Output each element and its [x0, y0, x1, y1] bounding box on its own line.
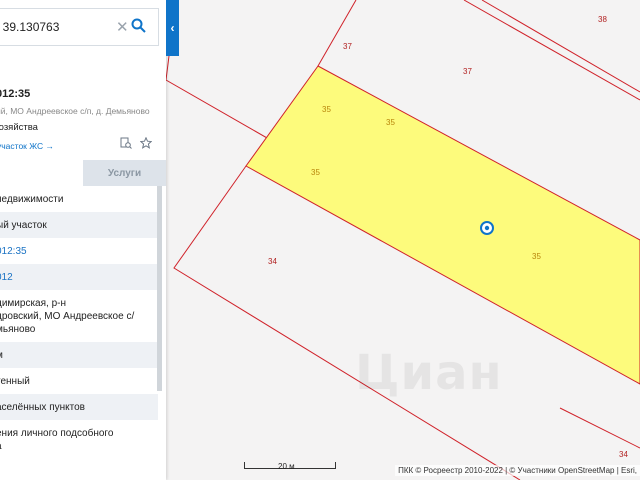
parcel-label: 34 [619, 450, 628, 459]
tab-info[interactable] [0, 160, 83, 186]
property-row: недвижимости [0, 193, 64, 205]
search-icon[interactable] [131, 18, 146, 38]
star-icon[interactable] [139, 136, 153, 154]
scrollbar-thumb[interactable] [157, 186, 162, 391]
parcel-label: 35 [322, 105, 331, 114]
property-row: ый участок [0, 212, 158, 238]
parcel-label: 35 [311, 168, 320, 177]
property-row: димирская, р-н дровский, МО Андреевское … [0, 297, 135, 335]
tab-services[interactable]: Услуги [83, 160, 166, 186]
property-row: м [0, 342, 158, 368]
property-row: аселённых пунктов [0, 394, 158, 420]
parcel-label: 35 [386, 118, 395, 127]
parcel-link-row: участок ЖС → [0, 136, 166, 152]
scrollbar[interactable] [157, 186, 162, 391]
property-row: тенный [0, 375, 30, 387]
cadastral-number: 012:35 [0, 88, 31, 100]
search-input[interactable] [0, 20, 96, 34]
map-attribution: ПКК © Росреестр 2010-2022 | © Участники … [395, 465, 640, 476]
parcel-label: 38 [598, 15, 607, 24]
parcel-purpose: хозяйства [0, 122, 38, 133]
search-bar: ✕ [0, 8, 159, 46]
chevron-left-icon: ‹ [170, 21, 175, 35]
parcel-summary: 012:35 ий, МО Андреевское с/п, д. Демьян… [0, 88, 166, 133]
parcel-label: 35 [532, 252, 541, 261]
property-row[interactable]: 012:35 [0, 238, 158, 264]
collapse-panel-button[interactable]: ‹ [166, 0, 179, 56]
property-row[interactable]: 012 [0, 264, 158, 290]
parcel-label: 37 [343, 42, 352, 51]
panel-tabs: Услуги [0, 160, 166, 186]
property-row: ения личного подсобного а [0, 428, 114, 452]
parcel-label: 37 [463, 67, 472, 76]
parcel-link[interactable]: участок ЖС → [0, 141, 54, 151]
close-icon[interactable]: ✕ [116, 18, 129, 36]
parcel-label: 34 [268, 257, 277, 266]
watermark-logo: Циан [355, 345, 503, 401]
info-panel: ✕ 012:35 ий, МО Андреевское с/п, д. Демь… [0, 0, 166, 480]
scale-label: 20 м [278, 462, 295, 471]
parcel-address: ий, МО Андреевское с/п, д. Демьяново [0, 106, 150, 116]
property-list: недвижимости ый участок 012:35 012 димир… [0, 186, 158, 460]
document-search-icon[interactable] [120, 136, 132, 154]
location-marker-dot [484, 225, 490, 231]
